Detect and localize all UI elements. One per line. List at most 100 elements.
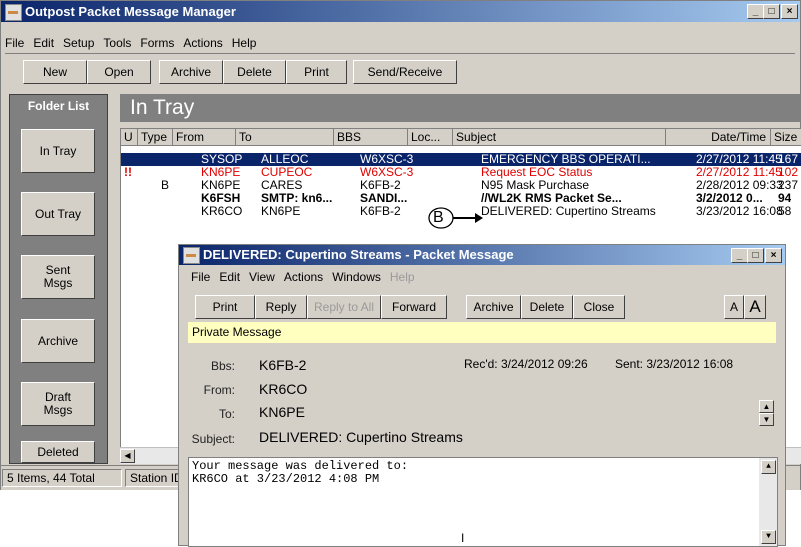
- send-receive-button[interactable]: Send/Receive: [353, 60, 457, 84]
- font-larger-button[interactable]: A: [744, 295, 766, 319]
- pane-title: In Tray: [130, 96, 195, 119]
- row-cell-date: 2/27/2012 11:45: [696, 166, 782, 179]
- row-cell-size: 237: [778, 179, 799, 192]
- msg-menu-windows[interactable]: Windows: [332, 270, 381, 284]
- from-label: From:: [203, 383, 235, 397]
- column-header-size[interactable]: Size: [771, 129, 801, 146]
- body-vertical-scrollbar[interactable]: ▲ ▼: [759, 458, 777, 546]
- row-cell-type: B: [161, 179, 170, 192]
- message-window: DELIVERED: Cupertino Streams - Packet Me…: [178, 244, 786, 547]
- pane-header: In Tray: [120, 94, 801, 122]
- message-maximize-button[interactable]: □: [747, 248, 764, 263]
- spin-up-arrow-icon[interactable]: ▲: [759, 400, 774, 413]
- row-cell-to: CUPEOC: [261, 166, 313, 179]
- message-minimize-button[interactable]: _: [731, 248, 748, 263]
- from-value: KR6CO: [259, 381, 308, 397]
- row-cell-to: SMTP: kn6...: [261, 192, 333, 205]
- table-row[interactable]: B KN6PE CARES K6FB-2 N95 Mask Purchase 2/28/2…: [121, 179, 801, 192]
- spin-down-arrow-icon[interactable]: ▼: [759, 413, 774, 426]
- row-cell-date: 3/2/2012 0...: [696, 192, 763, 205]
- menu-divider: [5, 53, 795, 54]
- message-archive-button[interactable]: Archive: [466, 295, 521, 319]
- received-date: Rec'd: 3/24/2012 09:26: [464, 357, 588, 371]
- menu-edit[interactable]: Edit: [33, 36, 54, 50]
- to-label: To:: [218, 407, 235, 421]
- menu-help[interactable]: Help: [232, 36, 257, 50]
- maximize-button[interactable]: □: [763, 4, 780, 19]
- column-header-to[interactable]: To: [236, 129, 334, 146]
- minimize-button[interactable]: _: [747, 4, 764, 19]
- table-row[interactable]: !! KN6PE CUPEOC W6XSC-3 Request EOC Status 2/…: [121, 166, 801, 179]
- callout-marker: B: [427, 206, 483, 230]
- status-station-id: Station ID: [125, 469, 185, 487]
- folder-list-header: Folder List: [27, 99, 90, 113]
- body-line-2: KR6CO at 3/23/2012 4:08 PM: [192, 472, 380, 486]
- menu-forms[interactable]: Forms: [140, 36, 174, 50]
- msg-menu-edit[interactable]: Edit: [219, 270, 240, 284]
- reply-to-all-button[interactable]: Reply to All: [307, 295, 381, 319]
- message-delete-button[interactable]: Delete: [521, 295, 573, 319]
- body-scroll-up-icon[interactable]: ▲: [761, 460, 776, 474]
- row-cell-date: 3/23/2012 16:08: [696, 205, 783, 218]
- bbs-label: Bbs:: [210, 359, 235, 373]
- folder-draft-msgs[interactable]: Draft Msgs: [21, 382, 95, 426]
- app-icon[interactable]: [5, 4, 22, 21]
- column-header-datetime[interactable]: Date/Time: [666, 129, 771, 146]
- menu-setup[interactable]: Setup: [63, 36, 94, 50]
- main-window-title: Outpost Packet Message Manager: [25, 4, 236, 19]
- text-cursor-icon: I: [461, 531, 465, 545]
- row-cell-from: KN6PE: [201, 179, 241, 192]
- column-header-subject[interactable]: Subject: [453, 129, 666, 146]
- column-header-bbs[interactable]: BBS: [334, 129, 408, 146]
- table-row[interactable]: K6FSH SMTP: kn6... SANDI... //WL2K RMS Pack…: [121, 192, 801, 205]
- column-header-u[interactable]: U: [121, 129, 138, 146]
- row-cell-subject: Request EOC Status: [481, 166, 593, 179]
- row-cell-bbs: SANDI...: [360, 192, 408, 205]
- folder-in-tray[interactable]: In Tray: [21, 129, 95, 173]
- new-button[interactable]: New: [23, 60, 87, 84]
- open-button[interactable]: Open: [87, 60, 151, 84]
- folder-out-tray[interactable]: Out Tray: [21, 192, 95, 236]
- msg-menu-actions[interactable]: Actions: [284, 270, 323, 284]
- column-header-type[interactable]: Type: [138, 129, 173, 146]
- menu-tools[interactable]: Tools: [103, 36, 131, 50]
- body-scroll-down-icon[interactable]: ▼: [761, 530, 776, 544]
- column-header-from[interactable]: From: [173, 129, 236, 146]
- row-cell-from: K6FSH: [201, 192, 241, 205]
- row-cell-to: KN6PE: [261, 205, 301, 218]
- header-spin-control[interactable]: ▲ ▼: [759, 400, 774, 426]
- row-cell-to: CARES: [261, 179, 303, 192]
- forward-button[interactable]: Forward: [381, 295, 447, 319]
- message-window-title: DELIVERED: Cupertino Streams - Packet Me…: [203, 247, 514, 262]
- subject-label: Subject:: [191, 432, 235, 446]
- scroll-left-arrow-icon[interactable]: ◀: [120, 449, 135, 463]
- message-close-button[interactable]: Close: [573, 295, 625, 319]
- row-cell-size: 102: [778, 166, 799, 179]
- reply-button[interactable]: Reply: [255, 295, 307, 319]
- message-title-bar[interactable]: DELIVERED: Cupertino Streams - Packet Me…: [179, 245, 785, 265]
- message-body[interactable]: Your message was delivered to: KR6CO at …: [188, 457, 778, 547]
- to-value: KN6PE: [259, 404, 305, 420]
- menu-actions[interactable]: Actions: [183, 36, 222, 50]
- message-print-button[interactable]: Print: [195, 295, 255, 319]
- msg-menu-file[interactable]: File: [191, 270, 210, 284]
- row-cell-from: KN6PE: [201, 166, 241, 179]
- main-title-bar[interactable]: Outpost Packet Message Manager _ □ ×: [1, 1, 800, 22]
- close-button[interactable]: ×: [781, 4, 798, 19]
- menu-file[interactable]: File: [5, 36, 24, 50]
- print-button[interactable]: Print: [286, 60, 347, 84]
- archive-button[interactable]: Archive: [159, 60, 223, 84]
- message-close-window-button[interactable]: ×: [765, 248, 782, 263]
- table-row[interactable]: SYSOP ALLEOC W6XSC-3 EMERGENCY BBS OPERATI.…: [121, 153, 801, 166]
- font-smaller-button[interactable]: A: [724, 295, 744, 319]
- sent-date: Sent: 3/23/2012 16:08: [615, 357, 734, 371]
- msg-menu-view[interactable]: View: [249, 270, 275, 284]
- column-header-location[interactable]: Loc...: [408, 129, 453, 146]
- message-app-icon[interactable]: [183, 247, 200, 264]
- folder-deleted[interactable]: Deleted: [21, 441, 95, 463]
- folder-list: Folder List In Tray Out Tray Sent Msgs A…: [9, 94, 108, 464]
- msg-menu-help[interactable]: Help: [390, 270, 415, 284]
- folder-sent-msgs[interactable]: Sent Msgs: [21, 255, 95, 299]
- delete-button[interactable]: Delete: [223, 60, 286, 84]
- folder-archive[interactable]: Archive: [21, 319, 95, 363]
